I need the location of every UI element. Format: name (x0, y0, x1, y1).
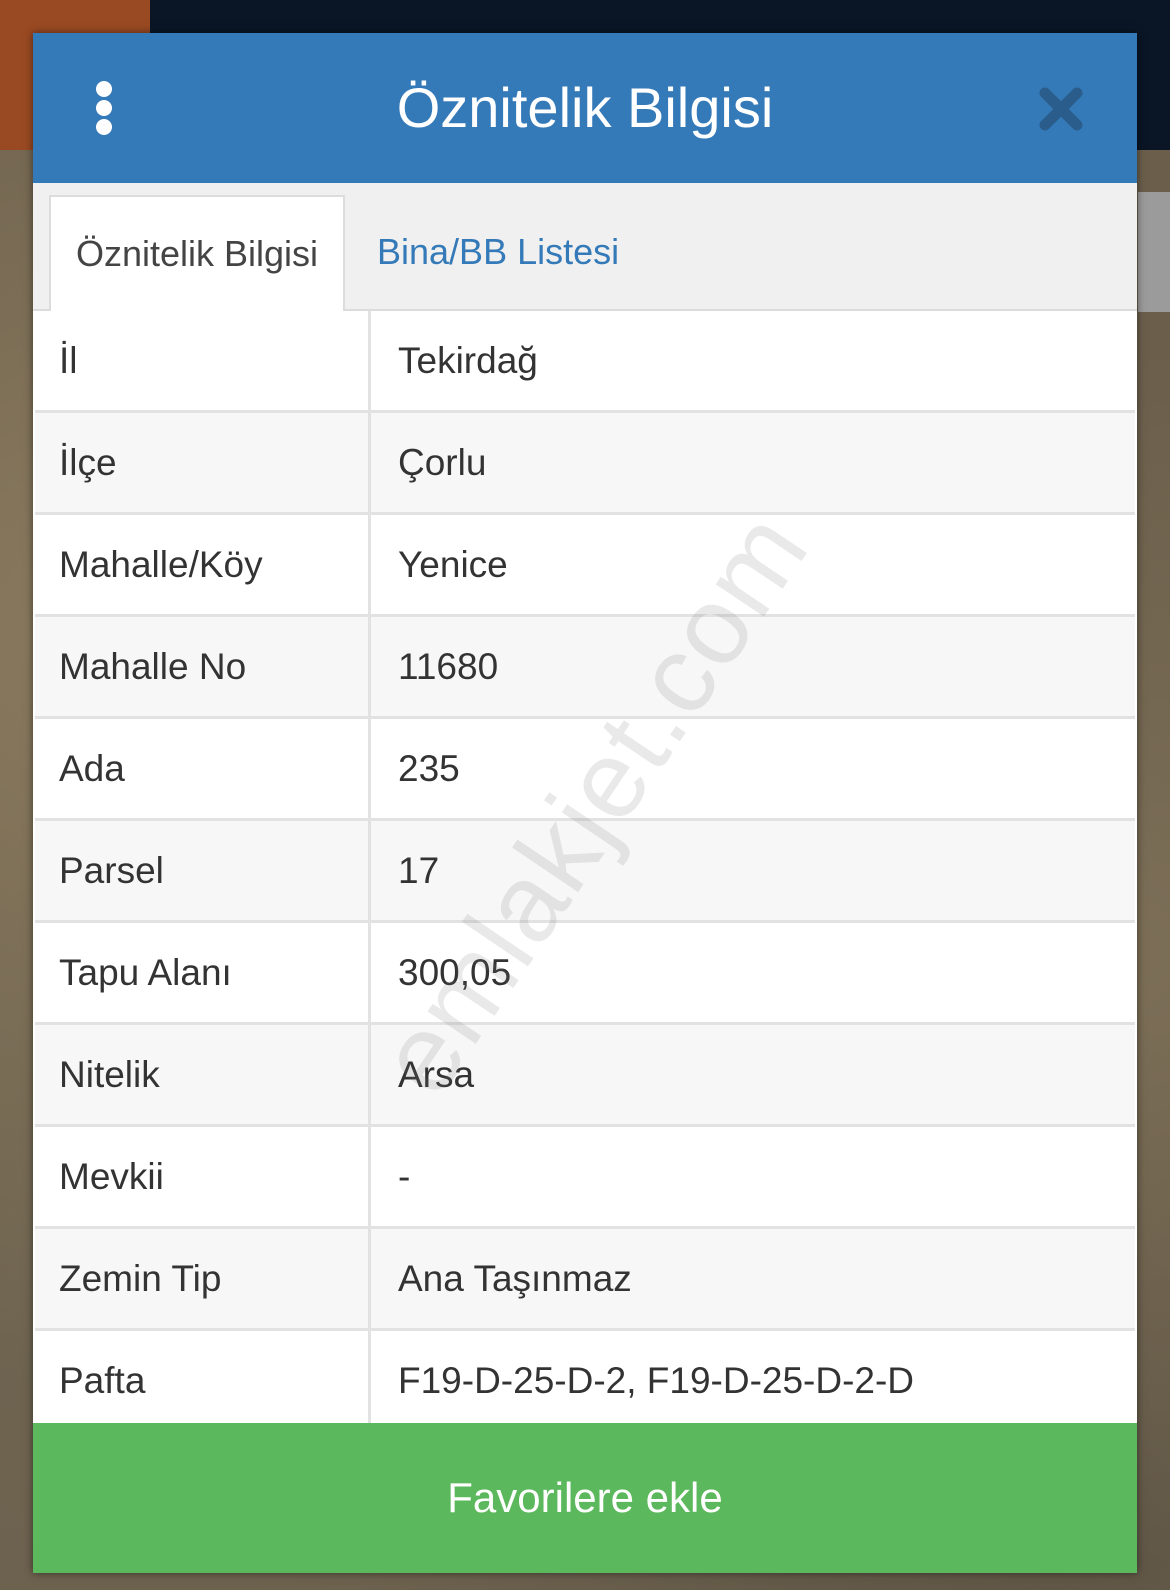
row-value: Yenice (398, 544, 508, 585)
vertical-ellipsis-icon[interactable] (89, 81, 119, 135)
table-row: Mevkii - (35, 1127, 1135, 1229)
table-row: İl Tekirdağ (35, 311, 1135, 413)
table-row: İlçe Çorlu (35, 413, 1135, 515)
dialog-header: Öznitelik Bilgisi (33, 33, 1137, 183)
attribute-info-dialog: Öznitelik Bilgisi Öznitelik Bilgisi Bina… (33, 33, 1137, 1573)
row-label: Mahalle/Köy (35, 515, 371, 614)
table-row: Parsel 17 (35, 821, 1135, 923)
row-value: F19-D-25-D-2, F19-D-25-D-2-D (398, 1360, 915, 1401)
row-value: - (398, 1156, 411, 1197)
row-value: 17 (398, 850, 440, 891)
row-label: Pafta (35, 1331, 371, 1430)
tab-bar: Öznitelik Bilgisi Bina/BB Listesi (33, 183, 1137, 311)
row-value: 235 (398, 748, 460, 789)
table-row: Tapu Alanı 300,05 (35, 923, 1135, 1025)
table-row: Pafta F19-D-25-D-2, F19-D-25-D-2-D (35, 1331, 1135, 1433)
row-value: Çorlu (398, 442, 487, 483)
attribute-table: İl Tekirdağ İlçe Çorlu Mahalle/Köy Yenic… (35, 311, 1135, 1433)
table-row: Nitelik Arsa (35, 1025, 1135, 1127)
row-label: Mahalle No (35, 617, 371, 716)
add-to-favorites-button[interactable]: Favorilere ekle (33, 1423, 1137, 1573)
row-label: İlçe (35, 413, 371, 512)
row-label: Zemin Tip (35, 1229, 371, 1328)
dialog-title: Öznitelik Bilgisi (396, 76, 774, 139)
row-label: İl (35, 311, 371, 410)
row-label: Ada (35, 719, 371, 818)
row-value: Arsa (398, 1054, 475, 1095)
row-label: Mevkii (35, 1127, 371, 1226)
row-value: 300,05 (398, 952, 512, 993)
row-label: Tapu Alanı (35, 923, 371, 1022)
row-value: Tekirdağ (398, 340, 538, 381)
table-row: Mahalle No 11680 (35, 617, 1135, 719)
row-label: Nitelik (35, 1025, 371, 1124)
tab-attribute-info[interactable]: Öznitelik Bilgisi (49, 195, 345, 311)
row-label: Parsel (35, 821, 371, 920)
table-row: Ada 235 (35, 719, 1135, 821)
background-map-control (1138, 192, 1170, 312)
close-icon[interactable] (1033, 81, 1089, 137)
tab-building-list[interactable]: Bina/BB Listesi (377, 195, 677, 309)
row-value: Ana Taşınmaz (398, 1258, 632, 1299)
table-row: Zemin Tip Ana Taşınmaz (35, 1229, 1135, 1331)
row-value: 11680 (398, 646, 499, 687)
table-row: Mahalle/Köy Yenice (35, 515, 1135, 617)
